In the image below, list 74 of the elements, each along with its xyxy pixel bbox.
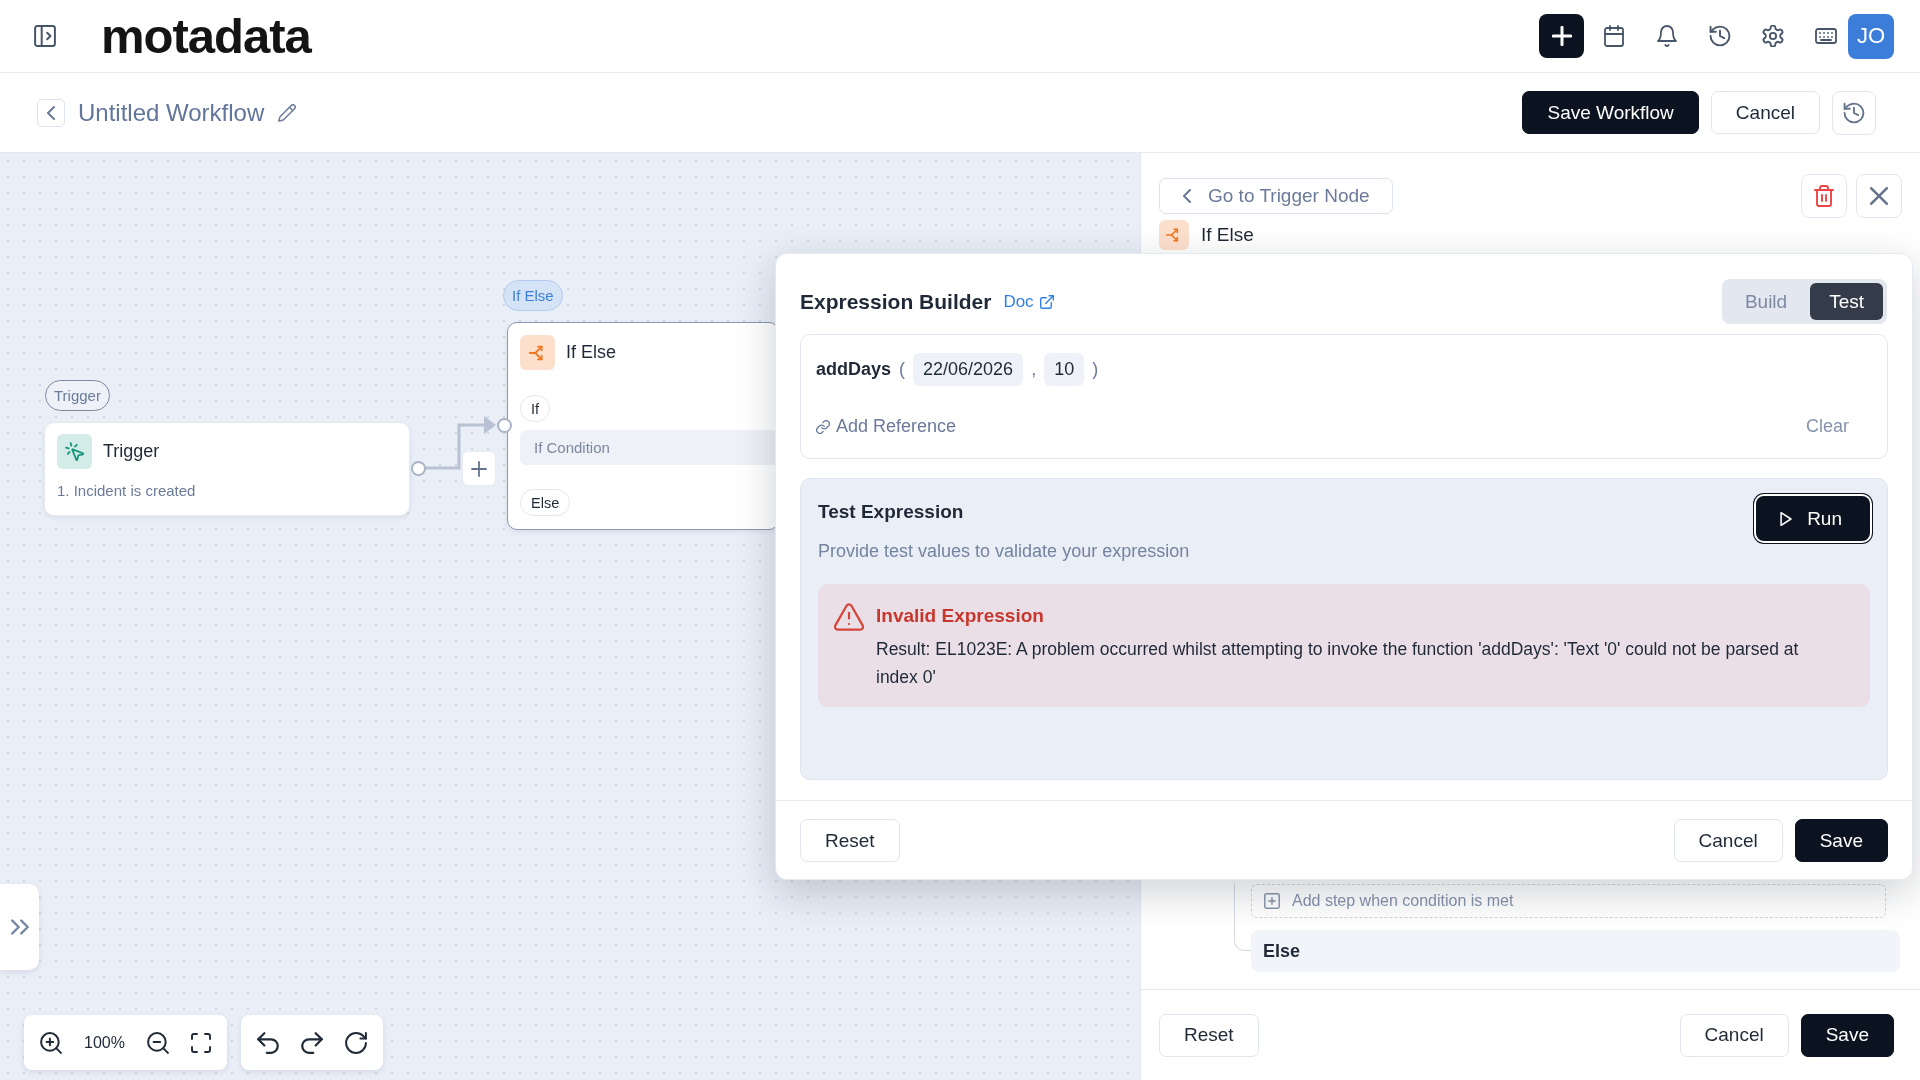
chevrons-right-icon	[10, 918, 29, 936]
expression-punctuation: (	[898, 359, 907, 380]
node-title: If Else	[566, 342, 617, 363]
chevron-left-icon	[1180, 189, 1194, 203]
argument-field[interactable]: 22/06/2026	[913, 353, 1024, 386]
add-node-button[interactable]	[462, 451, 496, 486]
doc-link[interactable]: Doc	[1003, 291, 1054, 312]
function-name: addDays	[816, 359, 892, 380]
trash-icon	[1813, 185, 1835, 207]
run-button[interactable]: Run	[1756, 496, 1870, 541]
pencil-icon[interactable]	[278, 103, 297, 122]
cancel-button[interactable]: Cancel	[1710, 91, 1820, 134]
undo-icon[interactable]	[256, 1031, 279, 1054]
save-button[interactable]: Save	[1800, 1013, 1894, 1057]
delete-button[interactable]	[1801, 174, 1847, 218]
save-workflow-button[interactable]: Save Workflow	[1522, 91, 1699, 134]
dialog-title: Expression Builder	[800, 289, 992, 314]
refresh-icon[interactable]	[344, 1031, 367, 1054]
cursor-click-icon	[57, 434, 92, 469]
workflow-title: Untitled Workflow	[78, 98, 265, 127]
logo: motadata	[101, 11, 311, 61]
plus-icon	[1551, 26, 1572, 46]
expand-sidebar-button[interactable]	[0, 884, 39, 970]
close-icon	[1870, 187, 1888, 205]
fullscreen-icon[interactable]	[190, 1032, 211, 1053]
cancel-button[interactable]: Cancel	[1679, 1013, 1789, 1057]
save-button[interactable]: Save	[1794, 819, 1888, 862]
close-button[interactable]	[1856, 174, 1902, 218]
external-link-icon	[1039, 294, 1054, 309]
reset-button[interactable]: Reset	[800, 819, 900, 862]
argument-field[interactable]: 10	[1044, 353, 1085, 386]
branch-arrows-icon	[520, 335, 555, 370]
history-icon	[1843, 101, 1865, 124]
plus-square-icon	[1264, 893, 1280, 909]
zoom-in-icon[interactable]	[40, 1031, 62, 1054]
branch-label: If	[520, 395, 551, 422]
workflow-node-card[interactable]: Trigger 1. Incident is created	[44, 422, 410, 516]
expression-punctuation: ,	[1030, 359, 1038, 380]
keyboard-icon[interactable]	[1815, 25, 1837, 47]
redo-icon[interactable]	[300, 1031, 323, 1054]
branch-label: Else	[520, 489, 571, 516]
expression-punctuation: )	[1091, 359, 1100, 380]
node-type-label: Trigger	[45, 380, 110, 411]
branch-arrows-icon	[1159, 220, 1189, 250]
user-avatar[interactable]: JO	[1848, 13, 1894, 59]
zoom-level: 100%	[84, 1033, 125, 1052]
link-icon	[816, 419, 830, 434]
calendar-icon[interactable]	[1603, 25, 1625, 47]
settings-icon[interactable]	[1762, 25, 1784, 47]
else-branch-header[interactable]: Else	[1251, 930, 1900, 972]
back-button[interactable]	[37, 98, 65, 127]
error-title: Invalid Expression	[876, 604, 1044, 628]
go-to-trigger-button[interactable]: Go to Trigger Node	[1159, 178, 1393, 214]
reset-button[interactable]: Reset	[1159, 1013, 1259, 1057]
play-icon	[1780, 511, 1793, 526]
cancel-button[interactable]: Cancel	[1673, 819, 1783, 862]
node-detail: 1. Incident is created	[57, 482, 196, 499]
section-title: Test Expression	[818, 501, 964, 523]
add-reference-button[interactable]: Add Reference	[816, 416, 957, 437]
node-type-label: If Else	[503, 280, 563, 311]
history-icon[interactable]	[1709, 25, 1731, 47]
warning-icon	[834, 603, 864, 631]
plus-icon	[471, 460, 487, 477]
input-port-icon[interactable]	[497, 418, 512, 433]
mode-tab[interactable]: Test	[1810, 283, 1883, 320]
sidebar-toggle-icon[interactable]	[34, 25, 56, 47]
panel-node-title: If Else	[1201, 224, 1254, 246]
chevron-left-icon	[44, 105, 58, 120]
create-button[interactable]	[1539, 14, 1584, 58]
connector-arrow	[425, 416, 496, 470]
node-title: Trigger	[103, 441, 160, 462]
bell-icon[interactable]	[1656, 25, 1678, 47]
zoom-out-icon[interactable]	[146, 1031, 169, 1054]
version-history-button[interactable]	[1832, 90, 1876, 135]
